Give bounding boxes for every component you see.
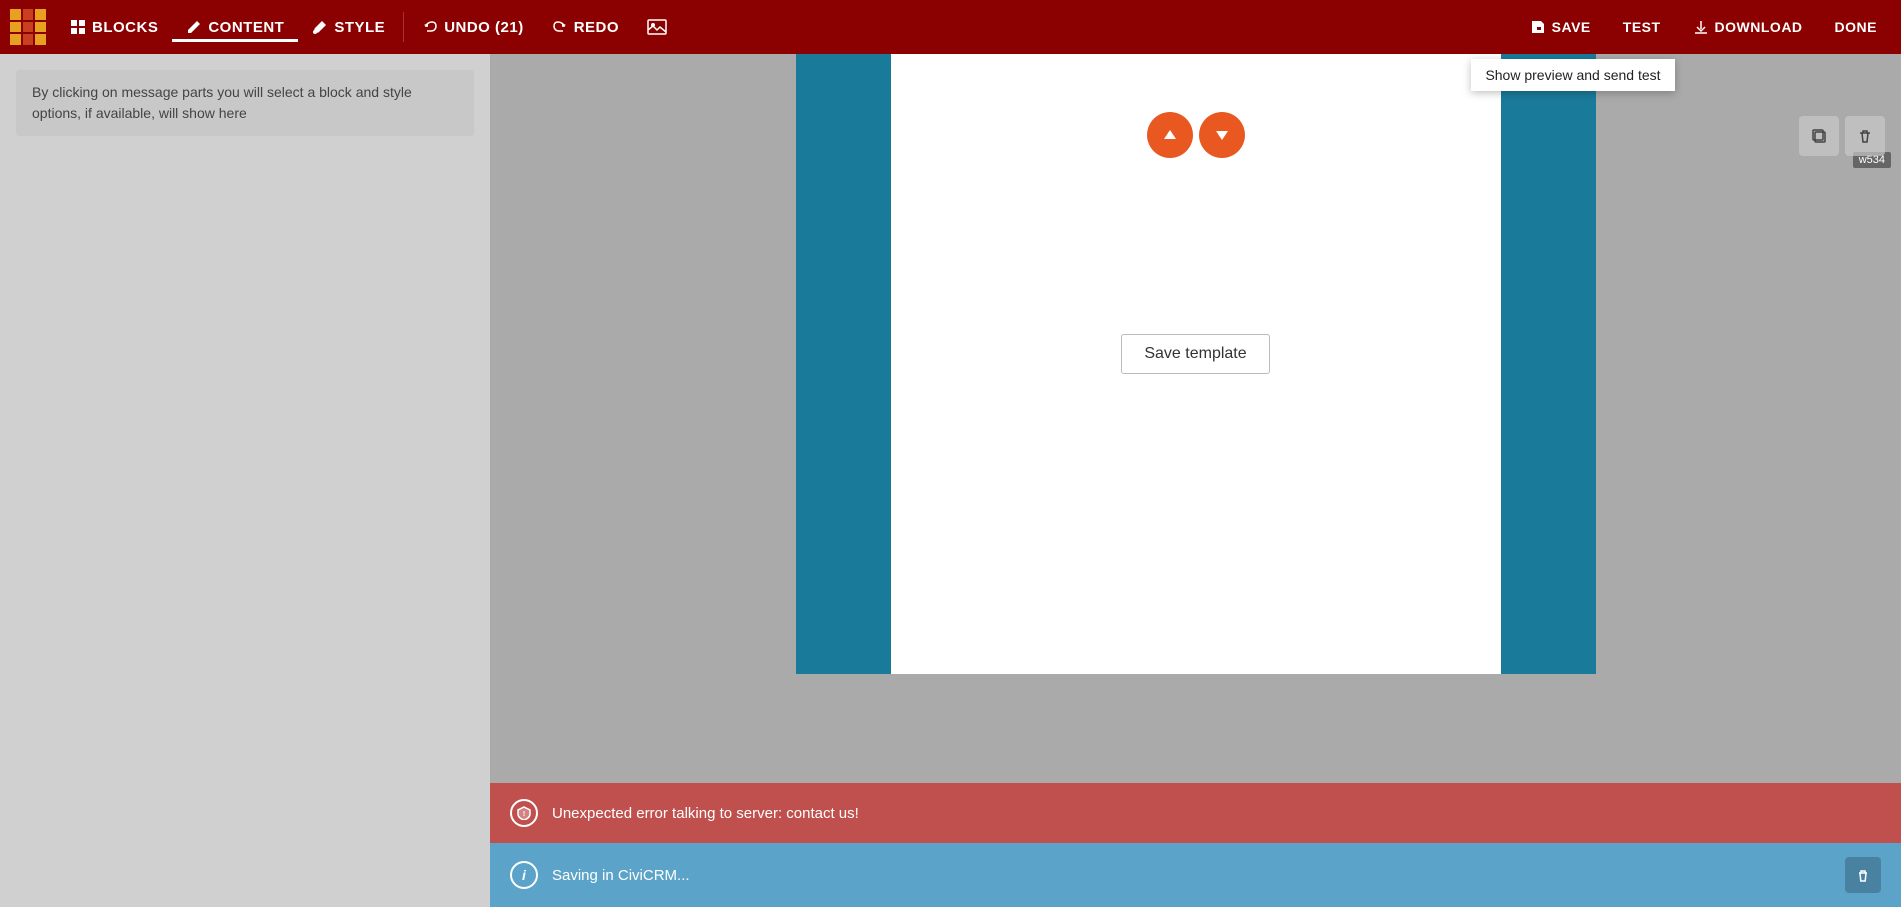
grid-icon [70, 19, 86, 35]
toolbar: BLOCKS CONTENT STYLE UNDO (21) REDO SAVE… [0, 0, 1901, 54]
paintbrush-icon [312, 19, 328, 35]
download-icon [1693, 19, 1709, 35]
error-icon: ! [510, 799, 538, 827]
info-icon: i [510, 861, 538, 889]
move-up-button[interactable] [1147, 112, 1193, 158]
done-button[interactable]: DONE [1821, 13, 1891, 41]
info-notification: i Saving in CiviCRM... [490, 843, 1901, 907]
trash-icon [1856, 127, 1874, 145]
svg-text:!: ! [523, 811, 525, 818]
toolbar-right: SAVE TEST Show preview and send test DOW… [1516, 13, 1891, 41]
app-logo [10, 9, 46, 45]
tab-blocks[interactable]: BLOCKS [56, 13, 172, 42]
copy-icon [1810, 127, 1828, 145]
up-arrow-icon [1161, 126, 1179, 144]
save-icon [1530, 19, 1546, 35]
notifications: ! Unexpected error talking to server: co… [490, 783, 1901, 907]
down-arrow-icon [1213, 126, 1231, 144]
test-button-container: TEST Show preview and send test [1609, 13, 1675, 41]
error-notification: ! Unexpected error talking to server: co… [490, 783, 1901, 843]
image-button[interactable] [633, 13, 681, 41]
tab-content[interactable]: CONTENT [172, 13, 298, 42]
toolbar-divider-1 [403, 12, 404, 42]
redo-button[interactable]: REDO [538, 13, 633, 42]
dismiss-notification-button[interactable] [1845, 857, 1881, 893]
save-template-button[interactable]: Save template [1121, 334, 1269, 374]
block-controls [1147, 112, 1245, 158]
block-action-icons [1799, 116, 1885, 156]
tab-style[interactable]: STYLE [298, 13, 399, 42]
undo-icon [422, 19, 438, 35]
move-down-button[interactable] [1199, 112, 1245, 158]
duplicate-block-button[interactable] [1799, 116, 1839, 156]
sidebar-info: By clicking on message parts you will se… [16, 70, 474, 136]
blue-strip-left [796, 54, 891, 674]
image-icon [647, 19, 667, 35]
redo-icon [552, 19, 568, 35]
pencil-icon [186, 19, 202, 35]
sidebar: By clicking on message parts you will se… [0, 54, 490, 907]
shield-icon: ! [517, 806, 531, 820]
blue-strip-right [1501, 54, 1596, 674]
trash-icon-small [1855, 867, 1871, 883]
test-button[interactable]: TEST [1609, 13, 1675, 41]
save-button[interactable]: SAVE [1516, 13, 1605, 41]
delete-block-button[interactable] [1845, 116, 1885, 156]
canvas-area: w534 Save template [490, 54, 1901, 907]
main-layout: By clicking on message parts you will se… [0, 54, 1901, 907]
download-button[interactable]: DOWNLOAD [1679, 13, 1817, 41]
undo-button[interactable]: UNDO (21) [408, 13, 538, 42]
